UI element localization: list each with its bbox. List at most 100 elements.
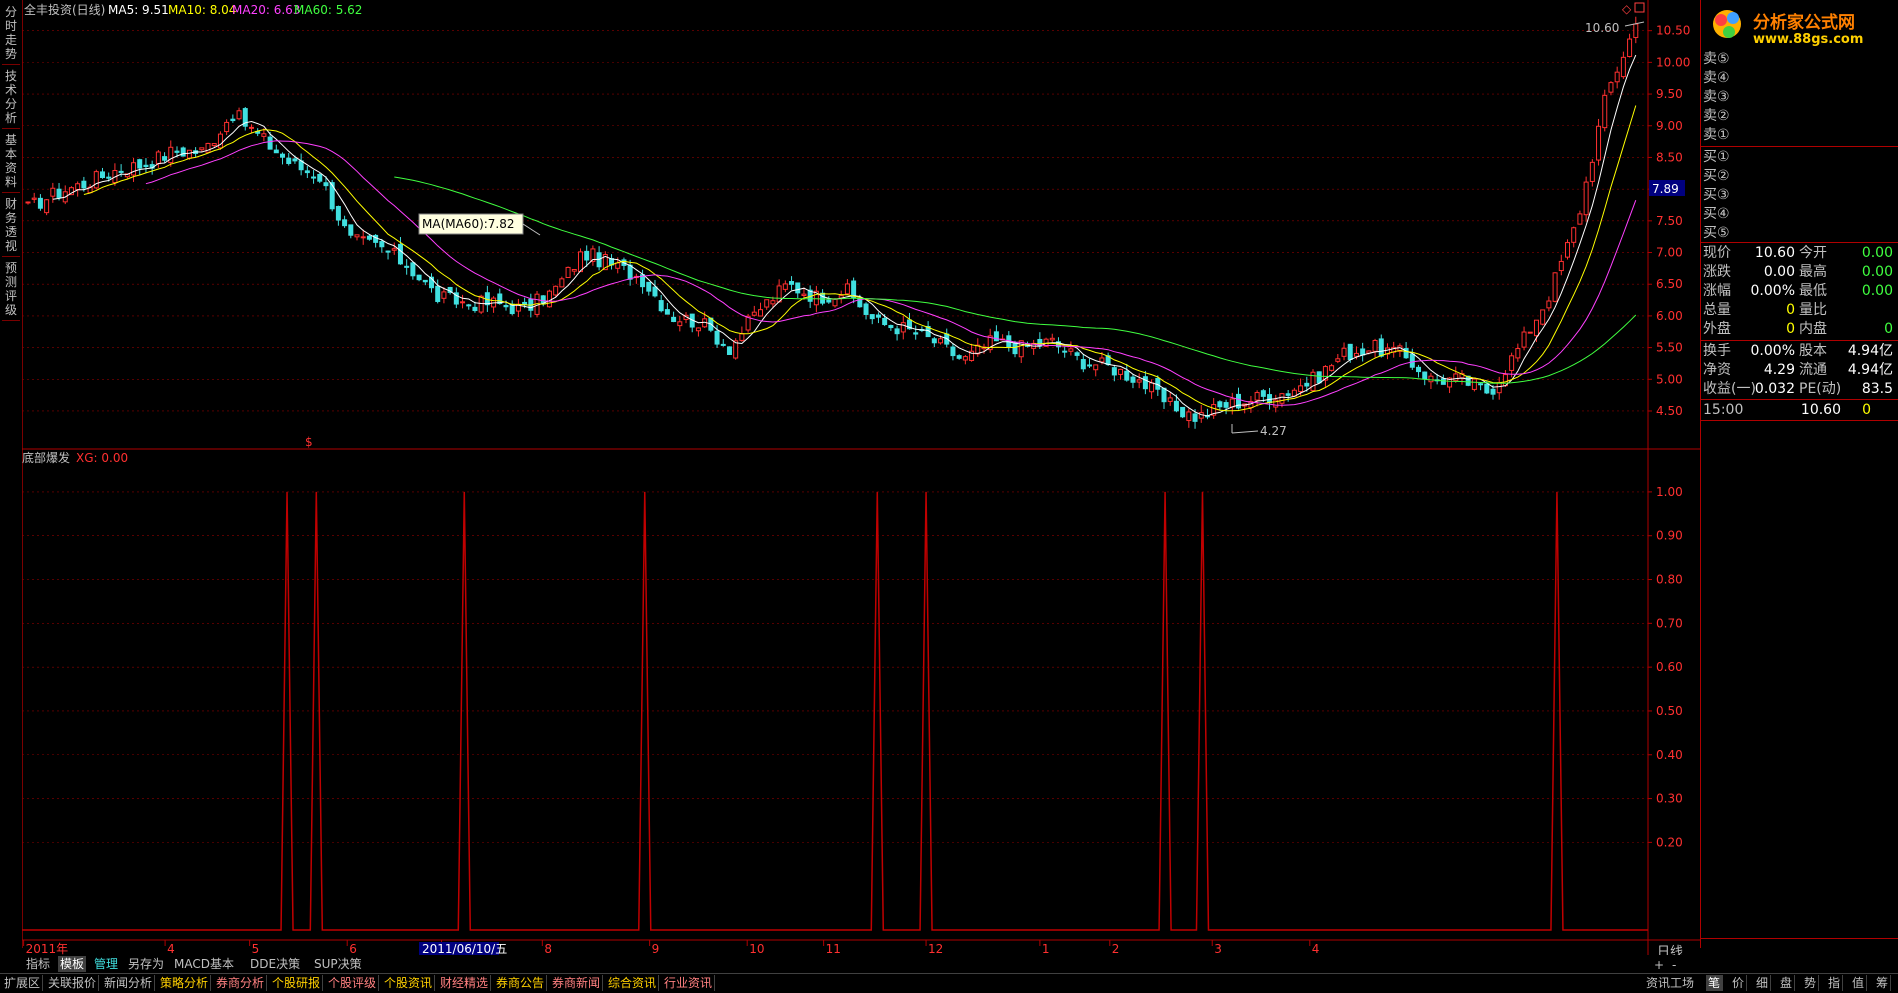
candle-body [391, 248, 397, 251]
candle-body [1186, 411, 1192, 422]
ma5-label: MA5: 9.51 [108, 3, 169, 17]
candle-body [1484, 383, 1490, 394]
candle-body [863, 303, 869, 315]
candle-body [1453, 373, 1459, 382]
info-tab[interactable]: 新闻分析 [102, 975, 156, 991]
tab-financial[interactable]: 财务透视 [2, 194, 20, 257]
info-tab[interactable]: 个股研报 [270, 975, 324, 991]
candle-body [1111, 367, 1117, 376]
candle-body [1049, 337, 1055, 341]
candle-body [1316, 371, 1322, 384]
bid-row: 买⑤ [1701, 224, 1898, 242]
candle-body [137, 159, 143, 169]
fund-label: 股本 [1799, 343, 1827, 359]
candle-body [546, 290, 552, 308]
candle-body [770, 300, 776, 305]
chart-area[interactable]: 全丰投资(日线) MA5: 9.51 MA10: 8.04 MA20: 6.63… [22, 0, 1700, 955]
candle-body [236, 110, 242, 120]
quote-label: 今开 [1799, 245, 1827, 261]
candle-body [472, 306, 478, 312]
quote-value: 0.00 [1763, 264, 1795, 280]
ask-row: 卖④ [1701, 69, 1898, 87]
info-tab[interactable]: 个股资讯 [382, 975, 436, 991]
candle-body [913, 332, 919, 335]
quote-label: 总量 [1703, 302, 1731, 318]
panel-switch-tab[interactable]: 价 [1730, 975, 1748, 991]
candle-body [1546, 300, 1552, 309]
quote-label: 最低 [1799, 283, 1827, 299]
info-tab[interactable]: 关联报价 [46, 975, 100, 991]
info-tab[interactable]: 券商分析 [214, 975, 268, 991]
panel-switch-tab[interactable]: 盘 [1778, 975, 1796, 991]
template-tab[interactable]: 管理 [92, 956, 120, 972]
quote-label: 内盘 [1799, 321, 1827, 337]
candle-body [801, 293, 807, 297]
candle-body [1093, 364, 1099, 371]
candle-body [1180, 406, 1186, 418]
panel-switch-tab[interactable]: 细 [1754, 975, 1772, 991]
panel-switch-tab[interactable]: 势 [1802, 975, 1820, 991]
info-tab[interactable]: 行业资讯 [662, 975, 716, 991]
tab-timeshare[interactable]: 分时走势 [2, 2, 20, 65]
candle-body [956, 355, 962, 359]
panel-switch-tab[interactable]: 筹 [1874, 975, 1892, 991]
candle-body [75, 183, 81, 191]
info-workshop-label[interactable]: 资讯工场 [1644, 975, 1696, 991]
info-tab[interactable]: 综合资讯 [606, 975, 660, 991]
candle-body [118, 170, 124, 173]
candle-body [851, 280, 857, 298]
template-tab[interactable]: 模板 [58, 956, 87, 972]
candle-body [1136, 379, 1142, 383]
left-tab-bar: 分时走势 技术分析 基本资料 财务透视 预测评级 [0, 0, 23, 948]
candle-body [348, 224, 354, 236]
tab-basic-info[interactable]: 基本资料 [2, 130, 20, 193]
indicator-tick-label: 0.20 [1656, 835, 1683, 849]
info-tab[interactable]: 扩展区 [2, 975, 44, 991]
candle-body [553, 285, 559, 296]
template-tab[interactable]: 指标 [24, 956, 52, 972]
restore-icon[interactable]: ◇ [1622, 2, 1632, 16]
info-tab[interactable]: 券商新闻 [550, 975, 604, 991]
indicator-tick-label: 0.60 [1656, 660, 1683, 674]
candle-body [360, 236, 366, 239]
candle-body [1360, 348, 1366, 356]
panel-switch-tab[interactable]: 指 [1826, 975, 1844, 991]
info-tab[interactable]: 财经精选 [438, 975, 492, 991]
panel-bottom-border [1701, 938, 1898, 949]
candle-body [280, 153, 286, 158]
ask-label: 卖⑤ [1703, 51, 1730, 67]
maximize-icon[interactable] [1634, 2, 1645, 13]
template-tab[interactable]: MACD基本 [172, 956, 236, 972]
candle-body [93, 171, 99, 189]
panel-switch-tab[interactable]: 笔 [1706, 975, 1724, 991]
fund-value: 4.94亿 [1847, 362, 1893, 378]
date-label: 3 [1214, 942, 1222, 955]
info-tab[interactable]: 个股评级 [326, 975, 380, 991]
tab-rating[interactable]: 预测评级 [2, 258, 20, 321]
template-tab[interactable]: 另存为 [126, 956, 166, 972]
template-tab[interactable]: DDE决策 [248, 956, 302, 972]
zoom-in-button[interactable]: + [1652, 957, 1666, 973]
candle-body [658, 300, 664, 312]
candle-body [1589, 161, 1595, 182]
candle-body [577, 251, 583, 273]
zoom-out-button[interactable]: - [1670, 957, 1678, 973]
candle-body [1298, 385, 1304, 393]
panel-switch-tab[interactable]: 值 [1850, 975, 1868, 991]
info-tab[interactable]: 券商公告 [494, 975, 548, 991]
candle-body [435, 285, 441, 302]
tick-row: 15:00 10.60 0 [1701, 401, 1898, 419]
candle-body [1583, 181, 1589, 216]
info-tab[interactable]: 策略分析 [158, 975, 212, 991]
ma-lines [52, 54, 1637, 417]
stock-title: 全丰投资(日线) [24, 2, 105, 17]
candle-body [695, 327, 701, 332]
template-tab[interactable]: SUP决策 [312, 956, 364, 972]
fund-row: 收益(一) 0.032 PE(动) 83.5 [1701, 380, 1898, 398]
candle-body [304, 170, 310, 174]
quote-value: 0.00 [1861, 283, 1893, 299]
indicator-tick-label: 0.80 [1656, 573, 1683, 587]
quote-row: 涨幅 0.00% 最低 0.00 [1701, 282, 1898, 300]
tab-technical-analysis[interactable]: 技术分析 [2, 66, 20, 129]
candle-body [1440, 378, 1446, 385]
